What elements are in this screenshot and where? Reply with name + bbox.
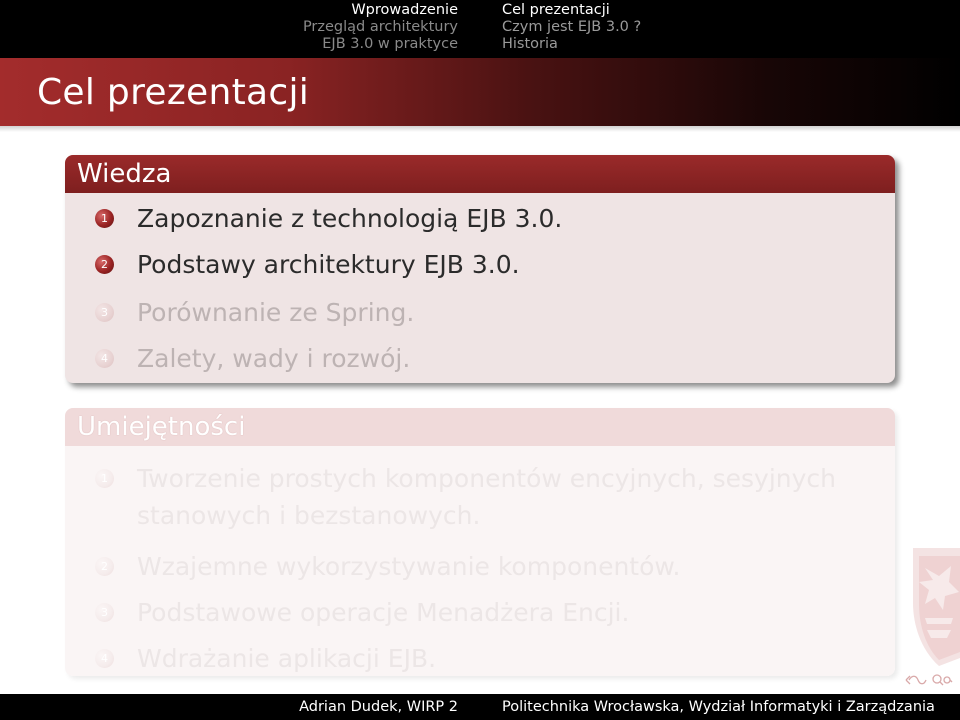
list-item-text: Porównanie ze Spring. xyxy=(137,298,415,327)
list-item-text: Zapoznanie z technologią EJB 3.0. xyxy=(137,204,563,233)
section-list: Wprowadzenie Przegląd architektury EJB 3… xyxy=(0,0,480,58)
navigation-loop-icon[interactable] xyxy=(903,673,927,687)
list-number-4: 4 xyxy=(95,349,114,368)
nav-section-ejb-praktyce[interactable]: EJB 3.0 w praktyce xyxy=(322,36,458,53)
nav-subsection-historia[interactable]: Historia xyxy=(502,36,558,53)
frame-title-bar: Cel prezentacji xyxy=(0,58,960,126)
list-item-text: Podstawy architektury EJB 3.0. xyxy=(137,250,520,279)
list-number-1: 1 xyxy=(95,469,114,488)
title-shadow xyxy=(0,126,960,132)
slide-navigation-symbols xyxy=(903,672,955,688)
list-item-text: Zalety, wady i rozwój. xyxy=(137,344,411,373)
section-navigation-bar: Wprowadzenie Przegląd architektury EJB 3… xyxy=(0,0,960,58)
skills-block: Umiejętności 1 Tworzenie prostych kompon… xyxy=(65,408,895,676)
footer-author: Adrian Dudek, WIRP 2 xyxy=(299,699,458,715)
nav-section-wprowadzenie[interactable]: Wprowadzenie xyxy=(351,2,458,19)
footer-institution-box: Politechnika Wrocławska, Wydział Informa… xyxy=(480,694,960,720)
knowledge-block-title: Wiedza xyxy=(65,155,895,193)
list-number-4: 4 xyxy=(95,649,114,668)
list-item-text: Wzajemne wykorzystywanie komponentów. xyxy=(137,552,681,581)
footer-institution: Politechnika Wrocławska, Wydział Informa… xyxy=(502,699,935,715)
subsection-list: Cel prezentacji Czym jest EJB 3.0 ? Hist… xyxy=(480,0,960,58)
knowledge-block: Wiedza 1 Zapoznanie z technologią EJB 3.… xyxy=(65,155,895,383)
search-icon[interactable] xyxy=(931,673,953,687)
list-item-text-continued: stanowych i bezstanowych. xyxy=(137,501,481,530)
frame-title: Cel prezentacji xyxy=(37,72,310,113)
list-item-text: Wdrażanie aplikacji EJB. xyxy=(137,644,437,673)
nav-subsection-czym-jest[interactable]: Czym jest EJB 3.0 ? xyxy=(502,19,641,36)
footer-author-box: Adrian Dudek, WIRP 2 xyxy=(0,694,480,720)
nav-subsection-cel[interactable]: Cel prezentacji xyxy=(502,2,610,19)
list-number-3: 3 xyxy=(95,303,114,322)
university-logo-watermark xyxy=(913,548,960,666)
list-number-1: 1 xyxy=(95,209,114,228)
list-item-text: Podstawowe operacje Menadżera Encji. xyxy=(137,598,630,627)
list-number-3: 3 xyxy=(95,603,114,622)
list-item-text: Tworzenie prostych komponentów encyjnych… xyxy=(137,464,837,493)
nav-section-przeglad[interactable]: Przegląd architektury xyxy=(303,19,458,36)
list-number-2: 2 xyxy=(95,255,114,274)
footer-bar: Adrian Dudek, WIRP 2 Politechnika Wrocła… xyxy=(0,694,960,720)
list-number-2: 2 xyxy=(95,557,114,576)
skills-block-title: Umiejętności xyxy=(65,408,895,446)
